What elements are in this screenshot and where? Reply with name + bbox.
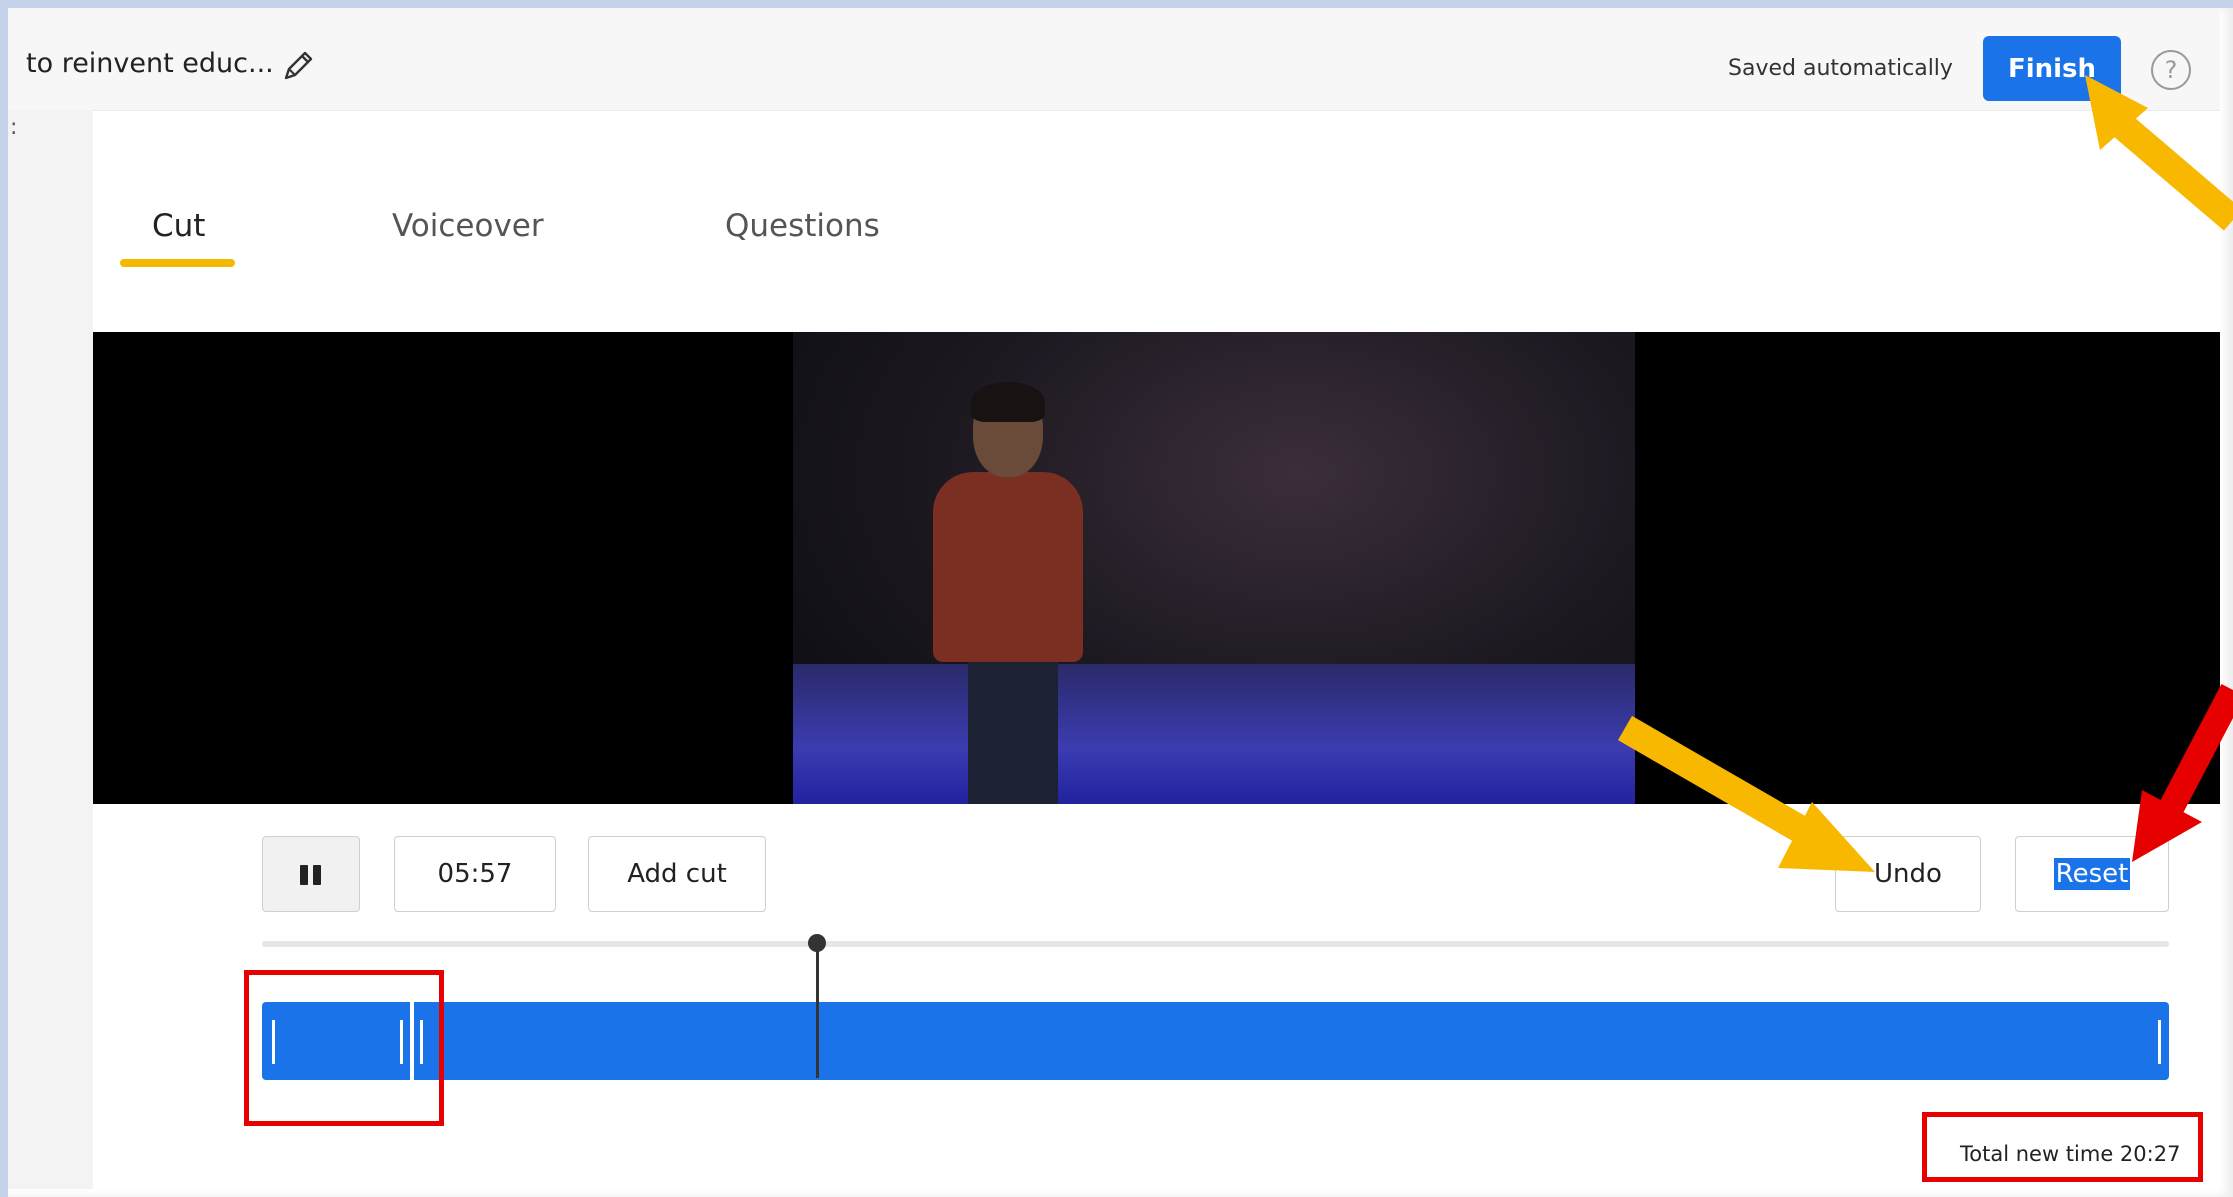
red-arrow-reset [2132, 683, 2233, 862]
yellow-arrow-finish [2085, 75, 2233, 231]
annotation-arrows [1617, 75, 2233, 872]
yellow-arrow-undo [1617, 715, 1875, 872]
